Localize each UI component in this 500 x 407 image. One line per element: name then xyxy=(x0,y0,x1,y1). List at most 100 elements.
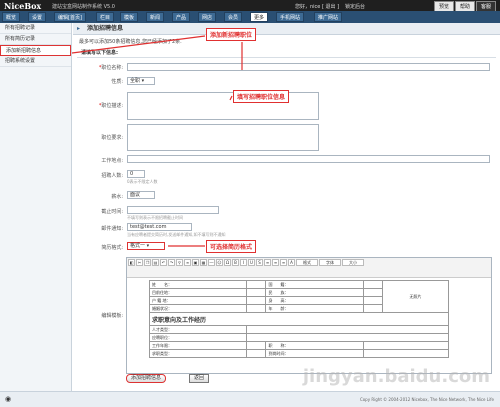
redo-icon[interactable]: ↷ xyxy=(168,259,175,266)
italic-icon[interactable]: I xyxy=(240,259,247,266)
email-notify-hint: 当有应聘者提交简历时,发送邮件通知,如不填写则不通知 xyxy=(127,232,226,237)
undo-icon[interactable]: ↶ xyxy=(160,259,167,266)
resume-cell xyxy=(246,280,267,289)
nav-promo-site[interactable]: 推广网站 xyxy=(314,12,343,22)
resume-cell xyxy=(362,304,383,313)
underline-icon[interactable]: U xyxy=(248,259,255,266)
info-icon: ◉ xyxy=(5,395,12,403)
resume-cell xyxy=(246,296,267,305)
link-icon[interactable]: ∞ xyxy=(184,259,191,266)
resume-cell: 到岗时间： xyxy=(265,349,364,358)
sidebar-item-job-settings[interactable]: 招聘系统设置 xyxy=(0,56,71,67)
resume-cell: 身 高： xyxy=(265,296,364,305)
resume-cell xyxy=(246,341,267,350)
nav-news[interactable]: 新闻 xyxy=(146,12,165,22)
salary-input[interactable]: 面议 xyxy=(127,191,155,199)
text-color-icon[interactable]: A xyxy=(288,259,295,266)
resume-cell: 人才类型： xyxy=(148,325,248,334)
resume-cell xyxy=(362,288,383,297)
nav-products[interactable]: 产品 xyxy=(172,12,191,22)
watermark: jingyan.baidu.com xyxy=(302,366,490,387)
copyright-text: Copy Right © 2004-2012 Nicebox, The Nice… xyxy=(359,397,494,402)
user-greeting[interactable]: 您好，nice [ 退出 ] xyxy=(295,3,339,10)
resume-cell: 婚姻状况： xyxy=(148,304,248,313)
nav-templates[interactable]: 模板 xyxy=(120,12,139,22)
job-req-label: 职位要求: xyxy=(101,135,123,141)
nav-edit-home[interactable]: 编辑[首页] xyxy=(54,12,86,22)
image-icon[interactable]: ▣ xyxy=(192,259,199,266)
resume-cell xyxy=(246,288,267,297)
nav-more[interactable]: 更多 xyxy=(250,12,269,22)
align-left-icon[interactable]: ≡ xyxy=(264,259,271,266)
footer: ◉ Copy Right © 2004-2012 Nicebox, The Ni… xyxy=(0,391,500,407)
resume-cell: 求职类型： xyxy=(148,349,248,358)
add-job-submit-button[interactable]: 添加招聘信息 xyxy=(126,374,167,383)
align-right-icon[interactable]: ≡ xyxy=(280,259,287,266)
find-icon[interactable]: ⚲ xyxy=(176,259,183,266)
copy-icon[interactable]: ❐ xyxy=(144,259,151,266)
arrow-icon: ▸ xyxy=(77,25,81,32)
job-title-input[interactable] xyxy=(127,63,490,71)
nav-columns[interactable]: 栏目 xyxy=(96,12,115,22)
app-subtitle: 建站宝盒网站制作系统 V5.0 xyxy=(52,4,115,10)
resume-cell xyxy=(362,341,450,350)
resume-cell: 应聘职位： xyxy=(148,333,248,342)
email-notify-input[interactable]: test@test.com xyxy=(127,223,192,231)
callout-fill-info: 填写招聘职位信息 xyxy=(233,90,290,103)
job-req-textarea[interactable] xyxy=(127,124,319,151)
form-title: 请填写以下信息: xyxy=(77,48,496,58)
font-dropdown[interactable]: 字体 xyxy=(319,259,341,266)
resume-cell xyxy=(246,325,449,334)
bold-icon[interactable]: B xyxy=(232,259,239,266)
work-place-input[interactable] xyxy=(127,155,490,163)
paste-icon[interactable]: ▤ xyxy=(152,259,159,266)
deadline-hint: 不填写则表示不限招聘截止时间 xyxy=(127,215,183,220)
nav-mobile-site[interactable]: 手机网站 xyxy=(276,12,305,22)
sidebar-item-all-resumes[interactable]: 所有简历记录 xyxy=(0,34,71,45)
hire-count-hint: 0表示不限定人数 xyxy=(127,179,158,184)
resume-cell xyxy=(246,349,267,358)
limit-notice: 最多可以添加50条招聘信息,您已经添加了2条. xyxy=(79,39,182,45)
back-button[interactable]: 返回 xyxy=(189,374,210,383)
sidebar-item-all-jobs[interactable]: 所有招聘记录 xyxy=(0,23,71,34)
strike-icon[interactable]: S xyxy=(256,259,263,266)
hr-icon[interactable]: ― xyxy=(208,259,215,266)
nav-members[interactable]: 会员 xyxy=(224,12,243,22)
resume-format-select[interactable]: 格式一 ▾ xyxy=(127,242,165,250)
resume-cell: 目前住地： xyxy=(148,288,248,297)
resume-cell xyxy=(362,296,383,305)
resume-cell xyxy=(246,333,449,342)
align-center-icon[interactable]: ≡ xyxy=(272,259,279,266)
resume-template-table: 姓 名： 国 籍： 无照片 目前住地： 民 族： 户 籍 地： 身 高： 婚姻状况： 年 … xyxy=(148,280,450,358)
resume-section-title: 求职意向及工作经历 xyxy=(149,312,449,326)
rich-text-editor[interactable]: ◧ ✂ ❐ ▤ ↶ ↷ ⚲ ∞ ▣ ▦ ― ☺ Ω B I U S ≡ ≡ ≡ … xyxy=(126,257,492,374)
nav-settings[interactable]: 设置 xyxy=(28,12,47,22)
nav-overview[interactable]: 概览 xyxy=(2,12,21,22)
resume-cell xyxy=(246,304,267,313)
nav-shop[interactable]: 网店 xyxy=(198,12,217,22)
resume-photo-cell: 无照片 xyxy=(381,280,450,313)
resume-format-label: 简历格式: xyxy=(101,245,123,251)
cut-icon[interactable]: ✂ xyxy=(136,259,143,266)
salary-label: 薪水: xyxy=(111,194,123,200)
job-desc-textarea[interactable] xyxy=(127,92,319,120)
hire-count-label: 招聘人数: xyxy=(101,173,123,179)
lock-admin-toggle[interactable]: 锁定后台 xyxy=(345,3,365,10)
source-icon[interactable]: ◧ xyxy=(128,259,135,266)
sidebar-item-add-job[interactable]: 添加新招聘信息 xyxy=(0,45,71,56)
hire-count-input[interactable]: 0 xyxy=(127,170,145,178)
email-notify-label: 邮件通知: xyxy=(101,226,123,232)
sidebar: 所有招聘记录 所有简历记录 添加新招聘信息 招聘系统设置 xyxy=(0,23,72,391)
job-nature-select[interactable]: 全职 ▾ xyxy=(127,77,155,85)
work-place-label: 工作地点: xyxy=(101,158,123,164)
format-dropdown[interactable]: 格式 xyxy=(296,259,318,266)
panel-header: ▸ 添加招聘信息 xyxy=(73,23,500,35)
deadline-input[interactable] xyxy=(127,206,219,214)
smiley-icon[interactable]: ☺ xyxy=(216,259,223,266)
logo: NiceBox xyxy=(4,1,42,11)
table-icon[interactable]: ▦ xyxy=(200,259,207,266)
size-dropdown[interactable]: 大小 xyxy=(342,259,364,266)
special-char-icon[interactable]: Ω xyxy=(224,259,231,266)
resume-cell: 民 族： xyxy=(265,288,364,297)
resume-cell xyxy=(362,280,383,289)
